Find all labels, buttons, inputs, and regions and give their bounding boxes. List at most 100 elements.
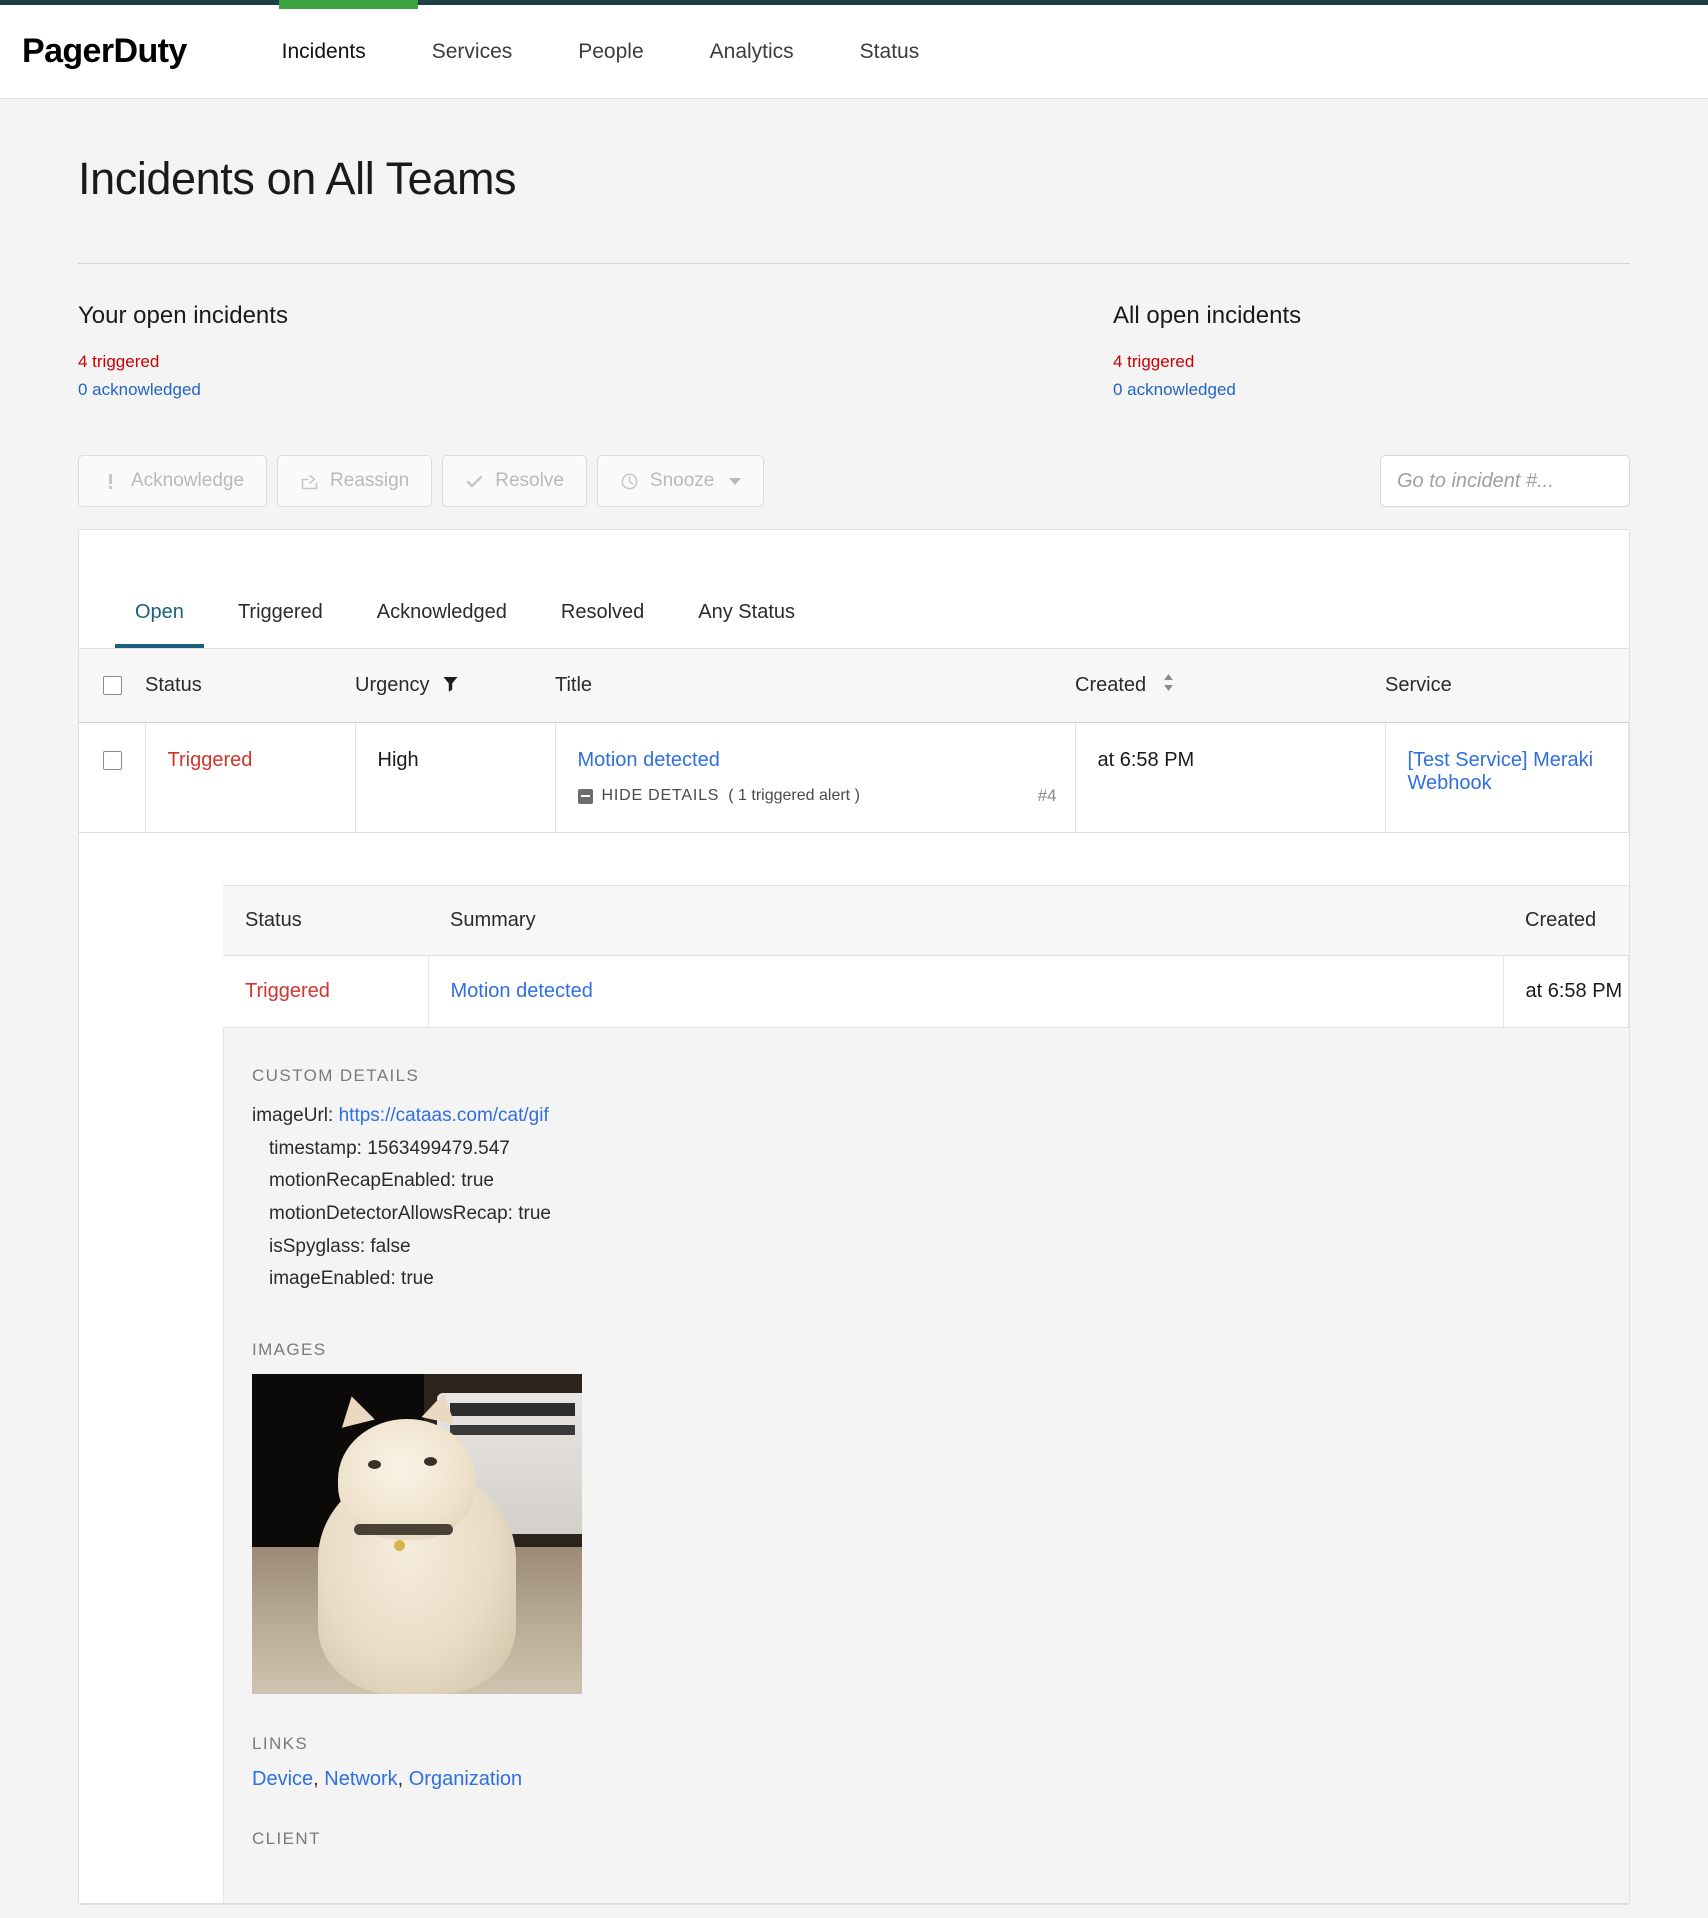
row-created-cell: at 6:58 PM <box>1075 722 1386 834</box>
row-urgency-cell: High <box>355 722 556 834</box>
custom-detail-imageurl-value[interactable]: https://cataas.com/cat/gif <box>339 1105 549 1126</box>
header-urgency-label: Urgency <box>355 673 430 696</box>
link-network[interactable]: Network <box>324 1768 397 1790</box>
link-organization[interactable]: Organization <box>409 1768 522 1790</box>
alert-summary-cell: Motion detected <box>428 955 1504 1029</box>
chevron-down-icon <box>729 477 742 485</box>
header-urgency[interactable]: Urgency <box>355 648 555 724</box>
links-separator-1: , <box>313 1768 319 1791</box>
your-triggered-link[interactable]: 4 triggered <box>78 352 159 371</box>
link-device[interactable]: Device <box>252 1768 313 1790</box>
select-all-checkbox[interactable] <box>103 676 122 696</box>
tab-any-status[interactable]: Any Status <box>678 601 815 648</box>
alert-summary-link[interactable]: Motion detected <box>451 980 593 1002</box>
header-service[interactable]: Service <box>1385 648 1629 724</box>
cat-ear-right <box>421 1390 461 1425</box>
row-status-cell: Triggered <box>145 722 356 834</box>
custom-detail-motionrecapenabled-value: true <box>461 1170 494 1192</box>
cat-head <box>337 1418 477 1541</box>
custom-details-label: CUSTOM DETAILS <box>252 1066 420 1086</box>
alerts-table-head: Status Summary Created <box>223 885 1629 957</box>
sort-arrows-icon[interactable] <box>1162 673 1175 698</box>
bulk-action-buttons: Acknowledge Reassign Resolve Snooze <box>78 455 765 508</box>
all-triggered-link[interactable]: 4 triggered <box>1113 352 1194 371</box>
nav-link-status[interactable]: Status <box>827 40 953 64</box>
nav-link-analytics[interactable]: Analytics <box>677 40 827 64</box>
your-open-incidents-block: Your open incidents 4 triggered 0 acknow… <box>78 302 1113 403</box>
links-line: Device, Network, Organization <box>252 1768 1629 1791</box>
incident-action-bar: Acknowledge Reassign Resolve Snooze Go t… <box>78 437 1630 529</box>
reassign-button[interactable]: Reassign <box>277 455 433 508</box>
status-filter-tabs: Open Triggered Acknowledged Resolved Any… <box>79 530 1629 649</box>
page-title: Incidents on All Teams <box>78 153 517 204</box>
links-block: LINKS Device, Network, Organization <box>252 1734 1629 1791</box>
custom-detail-motiondetectorallowsrecap: motionDetectorAllowsRecap: true <box>269 1198 1629 1231</box>
alert-row: Triggered Motion detected at 6:58 PM <box>223 955 1629 1029</box>
all-acknowledged-link[interactable]: 0 acknowledged <box>1113 380 1236 399</box>
images-label: IMAGES <box>252 1340 327 1360</box>
cat-eye-right <box>423 1457 437 1467</box>
acknowledge-button-label: Acknowledge <box>131 470 245 492</box>
alert-detail-body: CUSTOM DETAILS imageUrl: https://cataas.… <box>223 1028 1629 1904</box>
pagerduty-logo[interactable]: PagerDuty <box>22 32 187 71</box>
incidents-header-row: Status Urgency Title Created Service <box>79 648 1629 724</box>
custom-detail-timestamp: timestamp: 1563499479.547 <box>269 1133 1629 1166</box>
alert-created-cell: at 6:58 PM <box>1503 955 1629 1029</box>
tab-open[interactable]: Open <box>115 601 204 649</box>
resolve-button[interactable]: Resolve <box>442 455 587 508</box>
hide-details-toggle[interactable]: HIDE DETAILS ( 1 triggered alert ) <box>577 787 860 805</box>
custom-details-list: imageUrl: https://cataas.com/cat/gif tim… <box>252 1100 1629 1296</box>
service-link[interactable]: [Test Service] Meraki Webhook <box>1408 749 1594 794</box>
nav-link-services[interactable]: Services <box>399 40 546 64</box>
main-navbar: PagerDuty Incidents Services People Anal… <box>0 5 1708 99</box>
exclamation-icon <box>101 472 120 491</box>
table-row[interactable]: Triggered High Motion detected HIDE DETA… <box>79 722 1629 834</box>
minus-square-icon <box>577 788 593 804</box>
custom-detail-motionrecapenabled: motionRecapEnabled: true <box>269 1165 1629 1198</box>
snooze-button[interactable]: Snooze <box>596 455 765 508</box>
all-open-incidents-heading: All open incidents <box>1113 302 1302 329</box>
acknowledge-button[interactable]: Acknowledge <box>78 455 268 508</box>
filter-funnel-icon[interactable] <box>443 675 458 698</box>
row-select-checkbox[interactable] <box>103 751 122 771</box>
your-acknowledged-link[interactable]: 0 acknowledged <box>78 380 201 399</box>
client-label: CLIENT <box>252 1829 321 1849</box>
tab-triggered[interactable]: Triggered <box>218 601 343 648</box>
tab-resolved[interactable]: Resolved <box>541 601 664 648</box>
incident-title-link[interactable]: Motion detected <box>578 749 720 771</box>
cat-image-preview[interactable] <box>252 1374 582 1695</box>
incident-detail-panel: Status Summary Created Triggered Motion … <box>79 833 1629 1905</box>
tab-acknowledged[interactable]: Acknowledged <box>357 601 527 648</box>
triggered-alert-count: ( 1 triggered alert ) <box>728 787 860 805</box>
alerts-header-summary: Summary <box>428 885 1503 957</box>
cat-collar <box>354 1524 454 1536</box>
alerts-header-row: Status Summary Created <box>223 885 1629 957</box>
nav-link-people[interactable]: People <box>545 40 676 64</box>
links-label: LINKS <box>252 1734 309 1754</box>
go-to-incident-input[interactable] <box>1380 455 1630 508</box>
reassign-button-label: Reassign <box>330 470 410 492</box>
select-all-header <box>79 648 145 724</box>
alert-status-cell: Triggered <box>223 955 429 1029</box>
custom-detail-imageurl: imageUrl: https://cataas.com/cat/gif <box>252 1100 1629 1133</box>
row-select-cell <box>79 722 146 834</box>
nav-link-incidents[interactable]: Incidents <box>249 40 399 64</box>
row-title-cell: Motion detected HIDE DETAILS ( 1 trigger… <box>555 722 1076 834</box>
row-title-link-wrap: Motion detected <box>578 749 1075 772</box>
all-triggered-line: 4 triggered <box>1113 348 1301 376</box>
incidents-table-body: Triggered High Motion detected HIDE DETA… <box>79 722 1629 834</box>
header-created[interactable]: Created <box>1075 648 1385 724</box>
alert-status-badge: Triggered <box>245 980 330 1003</box>
custom-detail-imageurl-key: imageUrl: <box>252 1105 334 1127</box>
hide-details-label: HIDE DETAILS <box>601 787 720 805</box>
incidents-table: Status Urgency Title Created Service Tri… <box>79 648 1629 834</box>
custom-detail-motionrecapenabled-key: motionRecapEnabled: <box>269 1170 456 1192</box>
custom-detail-isspyglass-key: isSpyglass: <box>269 1235 366 1257</box>
incidents-table-head: Status Urgency Title Created Service <box>79 648 1629 724</box>
primary-nav: Incidents Services People Analytics Stat… <box>249 40 953 64</box>
incident-number: #4 <box>1037 786 1057 806</box>
header-created-label: Created <box>1075 674 1147 697</box>
header-title[interactable]: Title <box>555 648 1075 724</box>
client-block: CLIENT <box>252 1829 1629 1849</box>
header-status[interactable]: Status <box>145 648 355 724</box>
